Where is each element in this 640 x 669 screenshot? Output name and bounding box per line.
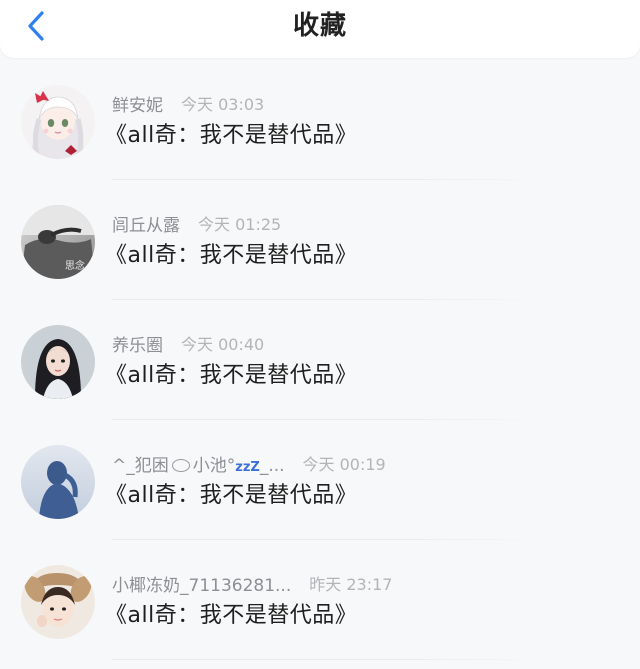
timestamp: 今天 00:19: [302, 455, 386, 474]
page-title: 收藏: [292, 11, 347, 41]
timestamp: 今天 01:25: [198, 215, 282, 234]
name-suffix: _...: [259, 455, 285, 476]
girl-portrait-avatar[interactable]: [21, 325, 95, 399]
item-meta: 闾丘从露 今天 01:25: [112, 211, 282, 236]
user-name[interactable]: 小椰冻奶_71136281...: [112, 571, 291, 596]
name-mid: 小池°: [192, 455, 236, 476]
favorites-list: 鲜安妮 今天 03:03 《all奇：我不是替代品》 思念 闾丘从露 今天 01…: [0, 60, 640, 660]
favorite-item[interactable]: 养乐圈 今天 00:40 《all奇：我不是替代品》: [0, 300, 640, 420]
zzz-icon: zzZ: [235, 459, 260, 475]
thought-bubble-icon: [171, 459, 190, 472]
anime-girl-avatar[interactable]: [21, 85, 95, 159]
user-name[interactable]: 闾丘从露: [112, 211, 180, 236]
svg-text:思念: 思念: [65, 259, 85, 272]
item-meta: 小椰冻奶_71136281... 昨天 23:17: [112, 571, 393, 596]
timestamp: 昨天 23:17: [309, 575, 393, 594]
book-title[interactable]: 《all奇：我不是替代品》: [105, 477, 357, 509]
item-meta: ^_犯困 小池°zzZ_... 今天 00:19: [112, 451, 386, 476]
user-name[interactable]: ^_犯困 小池°zzZ_...: [112, 451, 285, 476]
user-name[interactable]: 鲜安妮: [112, 91, 163, 116]
name-prefix: ^_犯困: [112, 455, 169, 476]
favorite-item[interactable]: 小椰冻奶_71136281... 昨天 23:17 《all奇：我不是替代品》: [0, 540, 640, 660]
item-meta: 养乐圈 今天 00:40: [112, 331, 265, 356]
grayscale-photo-avatar[interactable]: 思念: [21, 205, 95, 279]
top-nav-bar: 收藏: [0, 0, 640, 58]
blue-silhouette-avatar[interactable]: [21, 445, 95, 519]
divider: [112, 659, 544, 660]
bunny-hat-girl-avatar[interactable]: [21, 565, 95, 639]
book-title[interactable]: 《all奇：我不是替代品》: [105, 597, 357, 629]
book-title[interactable]: 《all奇：我不是替代品》: [105, 237, 357, 269]
book-title[interactable]: 《all奇：我不是替代品》: [105, 117, 357, 149]
favorite-item[interactable]: 鲜安妮 今天 03:03 《all奇：我不是替代品》: [0, 60, 640, 180]
book-title[interactable]: 《all奇：我不是替代品》: [105, 357, 357, 389]
favorite-item[interactable]: 思念 闾丘从露 今天 01:25 《all奇：我不是替代品》: [0, 180, 640, 300]
user-name[interactable]: 养乐圈: [112, 331, 163, 356]
timestamp: 今天 03:03: [181, 95, 265, 114]
favorite-item[interactable]: ^_犯困 小池°zzZ_... 今天 00:19 《all奇：我不是替代品》: [0, 420, 640, 540]
item-meta: 鲜安妮 今天 03:03: [112, 91, 265, 116]
timestamp: 今天 00:40: [181, 335, 265, 354]
